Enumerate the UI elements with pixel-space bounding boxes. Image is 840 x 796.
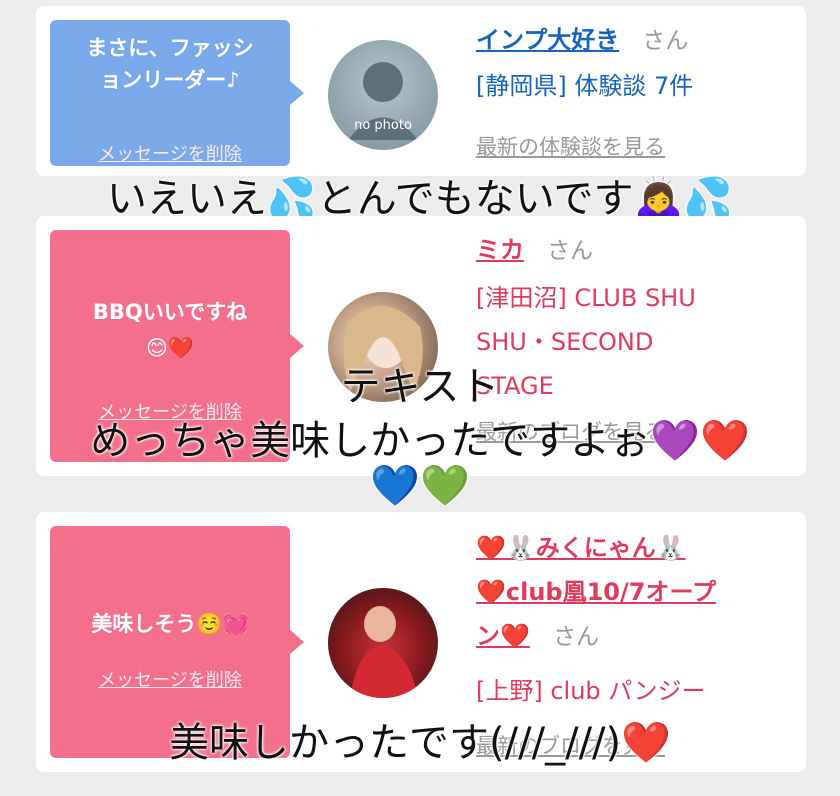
- latest-blog-link[interactable]: 最新のブログを見る: [476, 416, 796, 446]
- avatar[interactable]: [328, 588, 438, 698]
- message-bubble: まさに、ファッシ ョンリーダー♪ メッセージを削除: [50, 20, 304, 166]
- user-info: インプ大好き さん [静岡県] 体験談 7件 最新の体験談を見る: [476, 20, 796, 161]
- user-name-link[interactable]: インプ大好き: [476, 26, 619, 54]
- latest-review-link[interactable]: 最新の体験談を見る: [476, 131, 796, 161]
- delete-message-link[interactable]: メッセージを削除: [50, 398, 290, 424]
- user-name-line[interactable]: ン❤️: [476, 622, 530, 650]
- message-line: BBQいいですね: [92, 300, 248, 324]
- profile-photo-icon: [343, 305, 423, 392]
- message-line: まさに、ファッシ: [86, 36, 254, 60]
- profile-photo-icon: [350, 606, 418, 698]
- no-photo-label: no photo: [354, 118, 412, 133]
- user-detail: [静岡県] 体験談 7件: [476, 72, 694, 100]
- delete-message-link[interactable]: メッセージを削除: [50, 140, 290, 166]
- user-detail: [津田沼] CLUB SHU SHU・SECOND STAGE: [476, 276, 796, 408]
- message-bubble: BBQいいですね 😊❤️ メッセージを削除: [50, 230, 304, 462]
- message-text: BBQいいですね 😊❤️: [50, 296, 290, 364]
- avatar[interactable]: [328, 292, 438, 402]
- delete-message-link[interactable]: メッセージを削除: [50, 666, 290, 692]
- detail-line: [津田沼] CLUB SHU: [476, 284, 696, 312]
- message-line: 😊❤️: [145, 336, 195, 360]
- avatar[interactable]: no photo: [328, 40, 438, 150]
- user-name-link[interactable]: ❤️🐰みくにゃん🐰 ❤️club凰10/7オープ ン❤️ さん: [476, 526, 796, 661]
- message-bubble: 美味しそう☺️💓 メッセージを削除: [50, 526, 304, 758]
- honorific: さん: [552, 624, 599, 650]
- message-card-1: まさに、ファッシ ョンリーダー♪ メッセージを削除 no photo インプ大好…: [36, 6, 806, 176]
- message-line: ョンリーダー♪: [100, 68, 240, 92]
- user-info: ミカ さん [津田沼] CLUB SHU SHU・SECOND STAGE 最新…: [476, 230, 796, 446]
- message-card-2: BBQいいですね 😊❤️ メッセージを削除 ミカ さん [津田沼] CLUB S…: [36, 216, 806, 476]
- user-name-line[interactable]: ❤️🐰みくにゃん🐰: [476, 526, 796, 570]
- latest-blog-link[interactable]: 最新のブログを見る: [476, 730, 796, 760]
- honorific: さん: [547, 238, 594, 264]
- no-photo-silhouette-icon: [348, 62, 418, 140]
- user-name-link[interactable]: ミカ: [476, 236, 524, 264]
- user-name-line[interactable]: ❤️club凰10/7オープ: [476, 570, 796, 614]
- user-info: ❤️🐰みくにゃん🐰 ❤️club凰10/7オープ ン❤️ さん [上野] clu…: [476, 526, 796, 760]
- message-card-3: 美味しそう☺️💓 メッセージを削除 ❤️🐰みくにゃん🐰 ❤️club凰10/7オ…: [36, 512, 806, 772]
- message-text: 美味しそう☺️💓: [91, 612, 249, 636]
- detail-line: STAGE: [476, 372, 554, 400]
- detail-line: SHU・SECOND: [476, 328, 654, 356]
- user-detail: [上野] club パンジー: [476, 677, 706, 705]
- honorific: さん: [642, 28, 689, 54]
- message-text: まさに、ファッシ ョンリーダー♪: [50, 32, 290, 96]
